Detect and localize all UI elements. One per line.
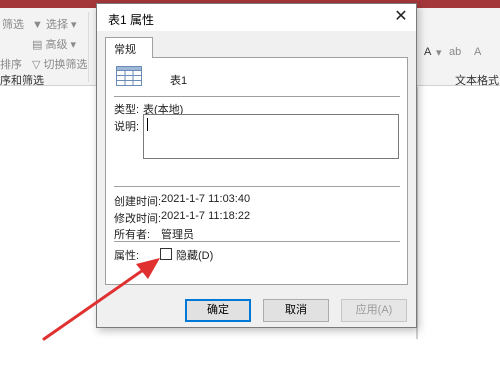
properties-dialog: 表1 属性 ✕ 常规 表1 类型: 表(本地) 说明: 创建时间: 2021-1… xyxy=(96,3,417,328)
divider xyxy=(114,96,400,97)
ok-button[interactable]: 确定 xyxy=(185,299,251,322)
object-name: 表1 xyxy=(170,75,188,87)
close-icon[interactable]: ✕ xyxy=(390,7,412,27)
owner-value: 管理员 xyxy=(161,229,194,241)
modified-label: 修改时间: xyxy=(114,213,162,225)
selection-icon: ▼ xyxy=(32,19,46,31)
text-caret xyxy=(147,118,148,131)
created-label: 创建时间: xyxy=(114,196,162,208)
advanced-button[interactable]: ▤ 高级 ▾ xyxy=(32,36,76,52)
description-label: 说明: xyxy=(114,121,140,133)
toggle-filter-icon: ▽ xyxy=(32,59,44,71)
selection-button[interactable]: ▼ 选择 ▾ xyxy=(32,16,77,32)
cancel-button[interactable]: 取消 xyxy=(263,299,329,322)
ribbon-group-text-format: 文本格式 xyxy=(455,75,499,87)
dialog-title: 表1 属性 xyxy=(108,13,155,27)
hidden-checkbox-label[interactable]: 隐藏(D) xyxy=(176,247,213,263)
fill-color-icon[interactable]: A xyxy=(474,46,481,58)
ribbon-separator xyxy=(88,12,89,82)
dialog-titlebar[interactable]: 表1 属性 ✕ xyxy=(97,4,416,31)
general-panel: 表1 类型: 表(本地) 说明: 创建时间: 2021-1-7 11:03:40… xyxy=(105,57,408,285)
table-icon xyxy=(116,66,142,86)
attributes-label: 属性: xyxy=(114,250,140,262)
created-value: 2021-1-7 11:03:40 xyxy=(161,193,251,205)
hidden-checkbox[interactable] xyxy=(160,248,172,260)
modified-value: 2021-1-7 11:18:22 xyxy=(161,210,251,222)
ribbon-filter-tail[interactable]: 筛选 xyxy=(2,16,24,32)
divider xyxy=(114,241,400,242)
toggle-filter-button[interactable]: ▽ 切换筛选 xyxy=(32,56,88,72)
font-color-icon[interactable]: A xyxy=(424,46,431,58)
owner-label: 所有者: xyxy=(114,229,151,241)
dropdown-icon[interactable]: ▾ xyxy=(436,46,442,59)
remove-sort-button[interactable]: 排序 xyxy=(0,56,22,72)
ribbon-group-sort-filter: 序和筛选 xyxy=(0,75,44,87)
tab-general[interactable]: 常规 xyxy=(105,37,153,58)
type-label: 类型: xyxy=(114,104,140,116)
divider xyxy=(114,186,400,187)
description-input[interactable] xyxy=(143,114,399,159)
advanced-icon: ▤ xyxy=(32,39,46,51)
apply-button[interactable]: 应用(A) xyxy=(341,299,407,322)
highlight-icon[interactable]: ab xyxy=(449,46,461,58)
